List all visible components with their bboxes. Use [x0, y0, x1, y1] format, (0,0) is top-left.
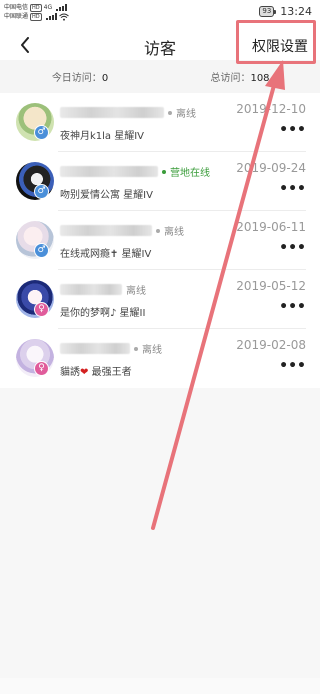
- status-dot-icon: [156, 228, 160, 233]
- male-icon: ♂: [34, 125, 49, 140]
- more-options-button[interactable]: •••: [279, 241, 306, 255]
- name-row: 营地在线: [60, 164, 210, 179]
- network-type: 4G: [43, 4, 53, 11]
- male-icon: ♂: [34, 184, 49, 199]
- online-status: 离线: [126, 286, 146, 297]
- permission-settings-button[interactable]: 权限设置: [252, 36, 308, 56]
- visitor-signature: 夜神月k1la 星耀IV: [60, 131, 145, 142]
- more-options-button[interactable]: •••: [279, 123, 306, 137]
- visit-date: 2019-12-10: [236, 102, 306, 116]
- status-bar: 中国电信 HD 4G 中国联通 HD 93 13:24: [0, 0, 320, 30]
- visitor-row[interactable]: ♂ 营地在线 吻别爱情公寓 星耀IV 2019-09-24 •••: [0, 152, 320, 211]
- blurred-username: [60, 225, 152, 236]
- clock: 13:24: [280, 5, 312, 18]
- name-row: 离线: [60, 282, 146, 297]
- online-status: 营地在线: [170, 168, 210, 179]
- online-status: 离线: [164, 227, 184, 238]
- status-right: 93 13:24: [259, 5, 312, 18]
- back-button[interactable]: [10, 32, 40, 58]
- total-visits: 总访问：108: [210, 73, 270, 84]
- today-visits-value: 0: [101, 73, 109, 84]
- signal-icon: [45, 13, 57, 20]
- status-dot-icon: [162, 169, 166, 174]
- signal-icon: [56, 4, 68, 11]
- online-status: 离线: [142, 345, 162, 356]
- back-arrow-icon: [21, 37, 29, 53]
- blurred-username: [60, 343, 130, 354]
- more-options-button[interactable]: •••: [279, 359, 306, 373]
- visitor-signature: 貓誘❤ 最强王者: [60, 367, 132, 378]
- name-row: 离线: [60, 223, 184, 238]
- header: 访客 权限设置: [0, 30, 320, 60]
- visitor-signature: 在线戒网瘾✝ 星耀IV: [60, 249, 152, 260]
- female-icon: ♀: [34, 361, 49, 376]
- blurred-username: [60, 284, 122, 295]
- visitor-list: ♂ 离线 夜神月k1la 星耀IV 2019-12-10 ••• ♂ 营地在线 …: [0, 93, 320, 388]
- visitor-row[interactable]: ♀ 离线 貓誘❤ 最强王者 2019-02-08 •••: [0, 329, 320, 388]
- today-visits: 今日访问：0: [51, 73, 109, 84]
- blurred-username: [60, 107, 164, 118]
- visitor-row[interactable]: ♂ 离线 夜神月k1la 星耀IV 2019-12-10 •••: [0, 93, 320, 152]
- visitor-signature: 吻别爱情公寓 星耀IV: [60, 190, 153, 201]
- visitor-row[interactable]: ♀ 离线 是你的梦啊♪ 星耀II 2019-05-12 •••: [0, 270, 320, 329]
- battery-icon: 93: [259, 6, 277, 17]
- total-visits-value: 108: [250, 73, 270, 84]
- carrier-1: 中国电信: [4, 4, 29, 11]
- name-row: 离线: [60, 341, 162, 356]
- status-dot-icon: [168, 110, 172, 115]
- blurred-username: [60, 166, 158, 177]
- visit-date: 2019-09-24: [236, 161, 306, 175]
- male-icon: ♂: [34, 243, 49, 258]
- hd-badge: HD: [30, 12, 42, 21]
- carrier-info: 中国电信 HD 4G 中国联通 HD: [4, 3, 69, 21]
- visit-date: 2019-05-12: [236, 279, 306, 293]
- name-row: 离线: [60, 105, 196, 120]
- visit-date: 2019-06-11: [236, 220, 306, 234]
- carrier-2: 中国联通: [4, 13, 29, 20]
- status-dot-icon: [134, 346, 138, 351]
- online-status: 离线: [176, 109, 196, 120]
- visit-date: 2019-02-08: [236, 338, 306, 352]
- female-icon: ♀: [34, 302, 49, 317]
- wifi-icon: [58, 13, 69, 21]
- hd-badge: HD: [30, 3, 42, 12]
- visit-summary: 今日访问：0 总访问：108: [0, 60, 320, 93]
- more-options-button[interactable]: •••: [279, 300, 306, 314]
- bottom-bar: [0, 678, 320, 694]
- visitor-row[interactable]: ♂ 离线 在线戒网瘾✝ 星耀IV 2019-06-11 •••: [0, 211, 320, 270]
- visitor-signature: 是你的梦啊♪ 星耀II: [60, 308, 146, 319]
- more-options-button[interactable]: •••: [279, 182, 306, 196]
